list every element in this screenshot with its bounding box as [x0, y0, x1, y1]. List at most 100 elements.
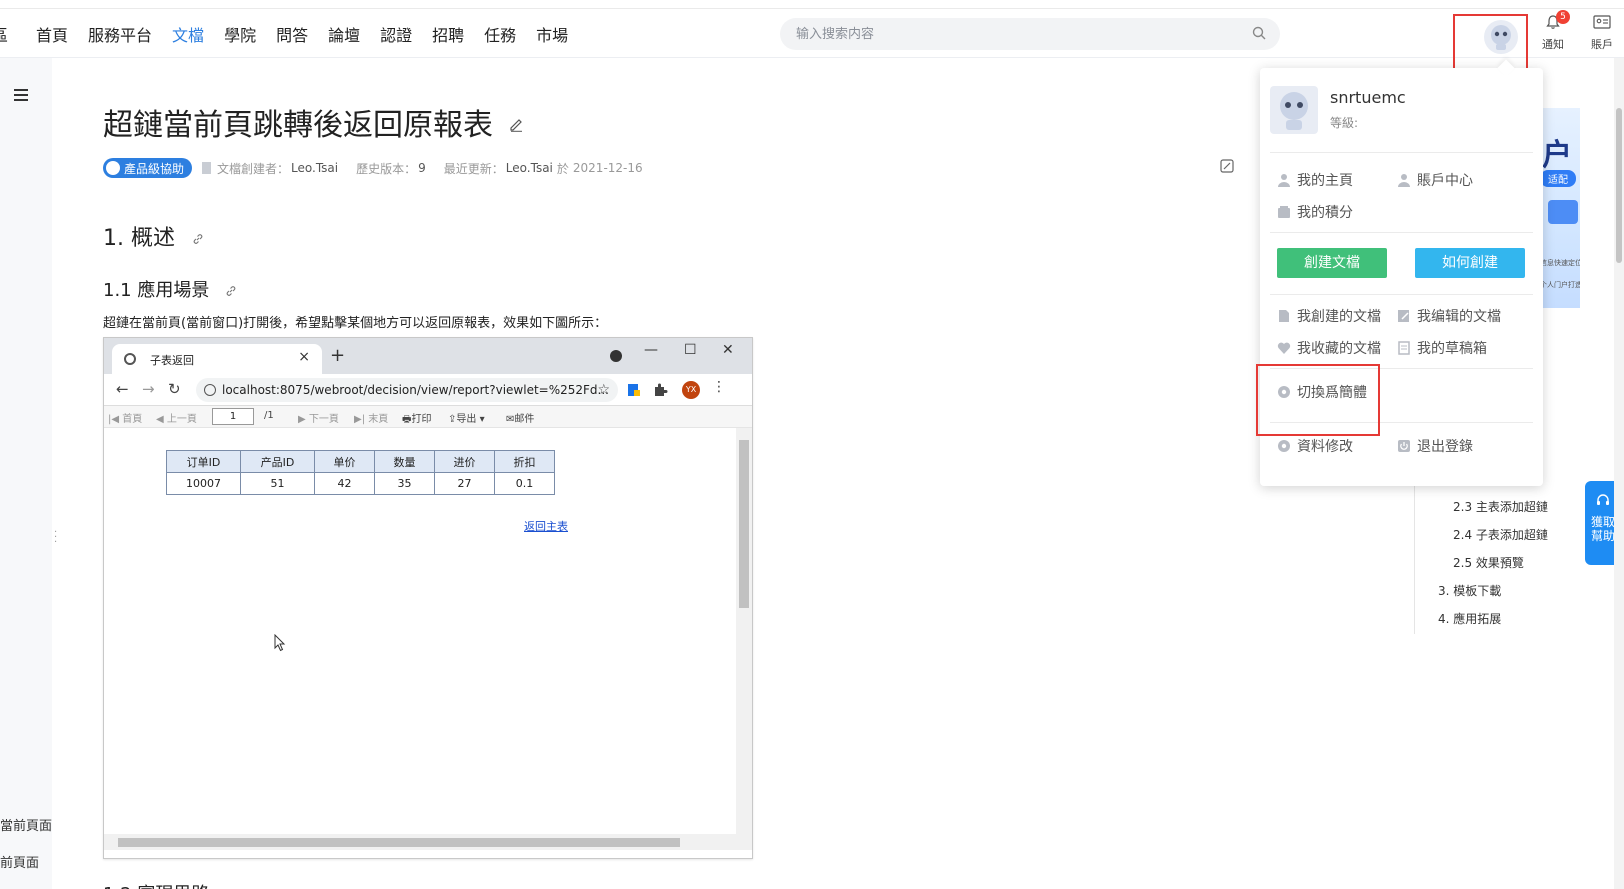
- edit-document-icon: [1398, 310, 1409, 322]
- table-cell: 35: [374, 472, 435, 495]
- page-total: /1: [264, 410, 274, 421]
- document-icon: [202, 162, 212, 174]
- nav-item-docs[interactable]: 文檔: [172, 22, 204, 46]
- export-button: ⇪导出 ▾: [448, 414, 485, 425]
- anchor-link-icon[interactable]: [192, 233, 204, 245]
- toc-item[interactable]: 4. 應用拓展: [1438, 610, 1501, 627]
- window-maximize-icon: ☐: [684, 342, 697, 358]
- toc-item[interactable]: 2.4 子表添加超鏈: [1453, 526, 1548, 543]
- heart-icon: [1277, 342, 1291, 354]
- menu-icon[interactable]: [14, 89, 28, 101]
- nav-item-tasks[interactable]: 任務: [484, 22, 516, 46]
- nav-item-market[interactable]: 市場: [536, 22, 568, 46]
- report-toolbar: |◀ 首頁 ◀ 上一頁 1 /1 ▶ 下一頁 ▶| 末頁 🖶打印 ⇪导出 ▾ ✉…: [104, 406, 752, 428]
- menu-label: 我的主頁: [1297, 173, 1353, 189]
- menu-logout[interactable]: 退出登錄: [1397, 436, 1473, 456]
- copy-icon[interactable]: [1219, 158, 1235, 174]
- window-close-icon: ✕: [722, 342, 734, 358]
- menu-account-center[interactable]: 賬戶中心: [1397, 170, 1473, 190]
- notification-button[interactable]: 5 通知: [1538, 10, 1570, 52]
- monitor-icon: [1548, 200, 1578, 224]
- switch-highlight-box: [1256, 364, 1380, 436]
- page-number-input: 1: [212, 408, 254, 425]
- menu-my-favorites[interactable]: 我收藏的文檔: [1277, 338, 1381, 358]
- anchor-link-icon[interactable]: [225, 285, 237, 297]
- nav-item-certification[interactable]: 認證: [380, 22, 412, 46]
- username: snrtuemc: [1330, 88, 1406, 107]
- window-minimize-icon: —: [644, 342, 658, 358]
- table-header: 订单ID: [166, 450, 241, 473]
- more-menu-icon: ⋮: [712, 379, 726, 395]
- menu-my-points[interactable]: 我的積分: [1277, 202, 1353, 222]
- first-page-button: |◀ 首頁: [108, 414, 143, 425]
- report-canvas: 订单ID 产品ID 单价 数量 进价 折扣 10007 51 42 35 27 …: [104, 428, 736, 834]
- back-to-main-link: 返回主表: [524, 520, 568, 533]
- nav-item-academy[interactable]: 學院: [224, 22, 256, 46]
- table-header-row: 订单ID 产品ID 单价 数量 进价 折扣: [166, 450, 555, 473]
- notification-badge: 5: [1556, 10, 1570, 24]
- section-heading-approach: 1.2 實現思路: [103, 880, 209, 889]
- product-support-badge[interactable]: 產品級協助: [103, 158, 193, 178]
- section-heading-overview: 1. 概述: [103, 220, 204, 252]
- menu-my-edited-docs[interactable]: 我编辑的文檔: [1397, 306, 1501, 326]
- create-doc-button[interactable]: 創建文檔: [1277, 248, 1387, 278]
- page-title: 超鏈當前頁跳轉後返回原報表: [103, 108, 493, 143]
- sidebar-item-prev-page[interactable]: 前頁面: [0, 852, 39, 871]
- scroll-thumb: [739, 440, 749, 608]
- cube-icon: [106, 161, 120, 175]
- creator-label: 文檔創建者：: [217, 161, 290, 176]
- menu-label: 我的積分: [1297, 205, 1353, 221]
- doc-meta: 產品級協助 文檔創建者： Leo.Tsai 歷史版本： 9 最近更新： Leo.…: [103, 158, 643, 178]
- nav-item-qa[interactable]: 問答: [276, 22, 308, 46]
- browser-tab: 子表返回 ×: [112, 344, 322, 374]
- creator-value: Leo.Tsai: [291, 161, 339, 175]
- mail-button: ✉邮件: [506, 414, 535, 425]
- menu-my-drafts[interactable]: 我的草稿箱: [1397, 338, 1487, 358]
- nav-menu: 區 首頁 服務平台 文檔 學院 問答 論壇 認證 招聘 任務 市場: [0, 10, 588, 58]
- toc-item[interactable]: 3. 模板下載: [1438, 582, 1501, 599]
- print-button: 🖶打印: [402, 414, 432, 425]
- report-horizontal-scrollbar: [104, 834, 752, 850]
- embedded-screenshot: 子表返回 × + — ☐ ✕ ← → ↻ localhost:8075/webr…: [103, 337, 753, 859]
- tab-search-icon: [610, 350, 622, 362]
- profile-avatar-icon: YX: [682, 381, 700, 399]
- sidebar-resize-handle[interactable]: · · ·: [54, 528, 57, 548]
- tab-close-icon: ×: [298, 349, 310, 365]
- new-tab-icon: +: [330, 345, 346, 366]
- nav-item-forum[interactable]: 論壇: [328, 22, 360, 46]
- version-value[interactable]: 9: [418, 161, 426, 175]
- back-arrow-icon: ←: [116, 380, 129, 398]
- account-button[interactable]: 賬戶: [1585, 14, 1619, 52]
- nav-item-service[interactable]: 服務平台: [88, 22, 152, 46]
- power-icon: [1398, 440, 1410, 452]
- scroll-thumb[interactable]: [1616, 108, 1622, 263]
- table-row: 10007 51 42 35 27 0.1: [166, 472, 555, 495]
- search-icon[interactable]: [1252, 26, 1266, 40]
- menu-edit-profile[interactable]: 資料修改: [1277, 436, 1353, 456]
- toc-item[interactable]: 2.5 效果預覽: [1453, 554, 1524, 571]
- prev-page-button: ◀ 上一頁: [156, 414, 197, 425]
- id-card-icon: [1593, 15, 1611, 29]
- menu-my-home[interactable]: 我的主頁: [1277, 170, 1353, 190]
- table-header: 进价: [434, 450, 495, 473]
- table-header: 折扣: [494, 450, 555, 473]
- toc-item[interactable]: 2.3 主表添加超鏈: [1453, 498, 1548, 515]
- banner-caption-2: 个人门户打造: [1540, 281, 1580, 289]
- page-scrollbar[interactable]: [1614, 58, 1624, 889]
- how-to-create-button[interactable]: 如何創建: [1415, 248, 1525, 278]
- nav-item-jobs[interactable]: 招聘: [432, 22, 464, 46]
- menu-my-created-docs[interactable]: 我創建的文檔: [1277, 306, 1381, 326]
- menu-label: 資料修改: [1297, 439, 1353, 455]
- report-vertical-scrollbar: [736, 428, 752, 834]
- account-label: 賬戶: [1591, 38, 1613, 51]
- dropdown-avatar[interactable]: [1270, 86, 1318, 134]
- bookmark-star-icon: ☆: [597, 382, 610, 398]
- document-icon: [1279, 310, 1289, 322]
- nav-item-home[interactable]: 首頁: [36, 22, 68, 46]
- nav-item-community[interactable]: 區: [0, 22, 8, 46]
- search-input[interactable]: [780, 18, 1220, 50]
- browser-address-bar: ← → ↻ localhost:8075/webroot/decision/vi…: [104, 374, 752, 406]
- table-cell: 10007: [166, 472, 241, 495]
- sidebar-item-current-page[interactable]: 當前頁面: [0, 815, 52, 834]
- edit-icon[interactable]: [508, 116, 524, 132]
